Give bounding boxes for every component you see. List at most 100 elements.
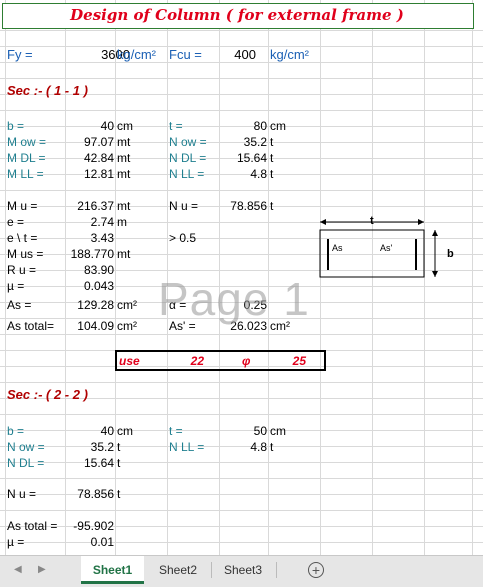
as-total-label[interactable]: As total= <box>7 318 54 334</box>
sec2-now-label[interactable]: N ow = <box>7 439 45 455</box>
et-compare[interactable]: > 0.5 <box>169 230 196 246</box>
grid-row-line <box>0 30 483 31</box>
nu-unit[interactable]: t <box>270 198 273 214</box>
e-unit[interactable]: m <box>117 214 127 230</box>
as-label[interactable]: As = <box>7 297 31 313</box>
fcu-unit[interactable]: kg/cm² <box>270 47 309 63</box>
ndl-unit[interactable]: t <box>270 150 273 166</box>
ndl-value[interactable]: 15.64 <box>220 150 267 166</box>
grid-row-line <box>0 334 483 335</box>
sec2-mu-ratio-label[interactable]: µ = <box>7 534 24 550</box>
sec2-now-value[interactable]: 35.2 <box>66 439 114 455</box>
mdl-value[interactable]: 42.84 <box>66 150 114 166</box>
bar-count[interactable]: 22 <box>168 353 204 369</box>
sec2-as-total-value[interactable]: -95.902 <box>66 518 114 534</box>
mow-value[interactable]: 97.07 <box>66 134 114 150</box>
sheet-tab-bar: ◀ ▶ Sheet1 Sheet2 Sheet3 + <box>0 555 483 587</box>
t-unit[interactable]: cm <box>270 118 286 134</box>
sec2-mu-ratio-value[interactable]: 0.01 <box>66 534 114 550</box>
tab-sheet2[interactable]: Sheet2 <box>147 556 209 584</box>
sec2-nu-value[interactable]: 78.856 <box>66 486 114 502</box>
as-value[interactable]: 129.28 <box>66 297 114 313</box>
ru-label[interactable]: R u = <box>7 262 36 278</box>
as-unit[interactable]: cm² <box>117 297 137 313</box>
t-label[interactable]: t = <box>169 118 183 134</box>
t-value[interactable]: 80 <box>220 118 267 134</box>
diagram-t-label: t <box>370 215 374 227</box>
et-value[interactable]: 3.43 <box>66 230 114 246</box>
sec2-ndl-value[interactable]: 15.64 <box>66 455 114 471</box>
grid-row-line <box>0 510 483 511</box>
mu-label[interactable]: M u = <box>7 198 37 214</box>
as-total-unit[interactable]: cm² <box>117 318 137 334</box>
mus-unit[interactable]: mt <box>117 246 130 262</box>
tab-sheet3[interactable]: Sheet3 <box>213 556 273 584</box>
sec2-as-total-label[interactable]: As total = <box>7 518 57 534</box>
nu-label[interactable]: N u = <box>169 198 198 214</box>
as-total-value[interactable]: 104.09 <box>66 318 114 334</box>
now-label[interactable]: N ow = <box>169 134 207 150</box>
phi-symbol[interactable]: φ <box>242 353 250 369</box>
add-sheet-icon[interactable]: + <box>308 562 324 578</box>
spreadsheet-grid[interactable]: Design of Column ( for external frame ) … <box>0 0 483 555</box>
fy-unit[interactable]: kg/cm² <box>117 47 156 63</box>
now-value[interactable]: 35.2 <box>220 134 267 150</box>
scroll-tabs-right-icon[interactable]: ▶ <box>38 556 46 584</box>
grid-row-line <box>0 110 483 111</box>
mu-ratio-value[interactable]: 0.043 <box>66 278 114 294</box>
sec1-heading[interactable]: Sec :- ( 1 - 1 ) <box>7 83 88 99</box>
nll-value[interactable]: 4.8 <box>220 166 267 182</box>
sec2-nll-label[interactable]: N LL = <box>169 439 204 455</box>
mdl-unit[interactable]: mt <box>117 150 130 166</box>
sec2-now-unit[interactable]: t <box>117 439 120 455</box>
sec2-b-value[interactable]: 40 <box>66 423 114 439</box>
grid-row-line <box>0 414 483 415</box>
mow-label[interactable]: M ow = <box>7 134 46 150</box>
mu-unit[interactable]: mt <box>117 198 130 214</box>
sheet-title: Design of Column ( for external frame ) <box>70 6 404 24</box>
scroll-tabs-left-icon[interactable]: ◀ <box>14 556 22 584</box>
sec2-nll-value[interactable]: 4.8 <box>220 439 267 455</box>
fcu-label[interactable]: Fcu = <box>169 47 202 63</box>
grid-row-line <box>0 382 483 383</box>
mus-value[interactable]: 188.770 <box>66 246 114 262</box>
fcu-value[interactable]: 400 <box>220 47 256 63</box>
sec2-b-label[interactable]: b = <box>7 423 24 439</box>
mow-unit[interactable]: mt <box>117 134 130 150</box>
sec2-nll-unit[interactable]: t <box>270 439 273 455</box>
et-label[interactable]: e \ t = <box>7 230 37 246</box>
sec2-t-value[interactable]: 50 <box>220 423 267 439</box>
tab-sheet1[interactable]: Sheet1 <box>81 556 144 584</box>
mll-value[interactable]: 12.81 <box>66 166 114 182</box>
mll-label[interactable]: M LL = <box>7 166 44 182</box>
sec2-ndl-unit[interactable]: t <box>117 455 120 471</box>
bar-diameter[interactable]: 25 <box>270 353 306 369</box>
fy-label[interactable]: Fy = <box>7 47 33 63</box>
mu-ratio-label[interactable]: µ = <box>7 278 24 294</box>
now-unit[interactable]: t <box>270 134 273 150</box>
nu-value[interactable]: 78.856 <box>220 198 267 214</box>
sec2-nu-label[interactable]: N u = <box>7 486 36 502</box>
nll-label[interactable]: N LL = <box>169 166 204 182</box>
b-unit[interactable]: cm <box>117 118 133 134</box>
sec2-b-unit[interactable]: cm <box>117 423 133 439</box>
b-value[interactable]: 40 <box>66 118 114 134</box>
sec2-t-label[interactable]: t = <box>169 423 183 439</box>
page-watermark: Page 1 <box>158 273 310 325</box>
ru-value[interactable]: 83.90 <box>66 262 114 278</box>
ndl-label[interactable]: N DL = <box>169 150 206 166</box>
sec2-t-unit[interactable]: cm <box>270 423 286 439</box>
b-label[interactable]: b = <box>7 118 24 134</box>
use-label[interactable]: use <box>119 353 140 369</box>
e-value[interactable]: 2.74 <box>66 214 114 230</box>
mdl-label[interactable]: M DL = <box>7 150 46 166</box>
mus-label[interactable]: M us = <box>7 246 43 262</box>
mu-value[interactable]: 216.37 <box>66 198 114 214</box>
sec2-heading[interactable]: Sec :- ( 2 - 2 ) <box>7 387 88 403</box>
mll-unit[interactable]: mt <box>117 166 130 182</box>
sec2-nu-unit[interactable]: t <box>117 486 120 502</box>
diagram-b-label: b <box>447 248 454 260</box>
nll-unit[interactable]: t <box>270 166 273 182</box>
sec2-ndl-label[interactable]: N DL = <box>7 455 44 471</box>
e-label[interactable]: e = <box>7 214 24 230</box>
